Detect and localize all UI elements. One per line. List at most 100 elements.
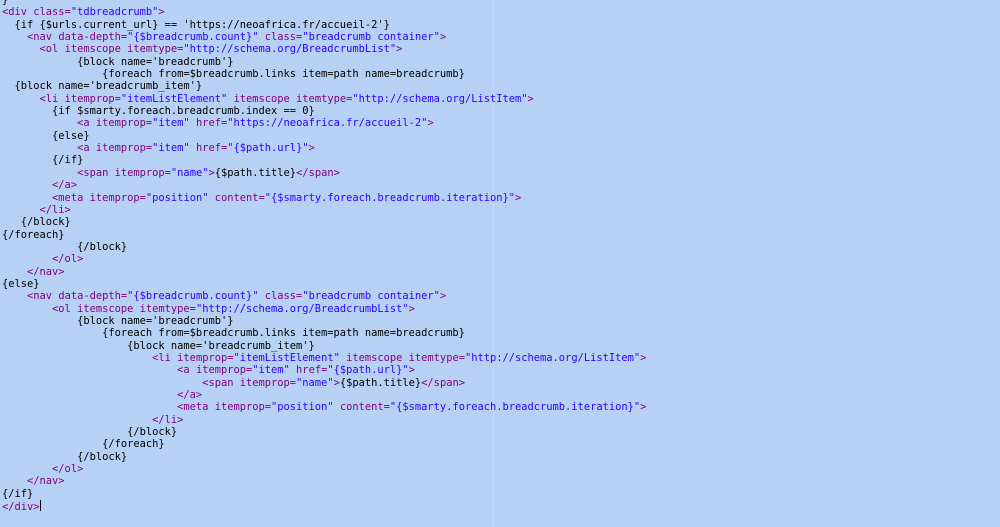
code-token: </a>: [2, 389, 203, 401]
code-editor[interactable]: } <div class="tdbreadcrumb"> {if {$urls.c…: [0, 0, 1000, 527]
code-token: itemprop=: [95, 142, 153, 155]
code-token: </ol>: [2, 253, 84, 266]
code-token: itemprop=: [214, 401, 272, 414]
code-token: "itemListElement": [120, 92, 228, 105]
code-line: <div class="tdbreadcrumb">: [2, 6, 646, 18]
code-token: itemscope itemtype=: [77, 302, 196, 315]
code-token: >: [408, 302, 415, 315]
code-token: </span>: [421, 376, 465, 389]
code-token: href=: [189, 142, 228, 155]
code-token: {/block}: [2, 426, 178, 439]
code-token: >: [640, 351, 647, 364]
code-line: </ol>: [2, 253, 646, 265]
code-area[interactable]: } <div class="tdbreadcrumb"> {if {$urls.c…: [2, 0, 647, 514]
code-line: <nav data-depth="{$breadcrumb.count}" cl…: [2, 31, 646, 43]
code-token: {/block}: [2, 450, 128, 463]
code-line: {/foreach}: [2, 438, 646, 450]
code-token: {block name='breadcrumb'}: [2, 314, 234, 327]
code-token: "{$smarty.foreach.breadcrumb.iteration}": [264, 191, 516, 204]
code-line: <ol itemscope itemtype="http://schema.or…: [2, 43, 646, 55]
code-token: "tdbreadcrumb": [70, 6, 159, 19]
code-token: </ol>: [2, 463, 84, 476]
code-line: {/foreach}: [2, 229, 646, 241]
code-token: {$path.title}: [339, 376, 422, 389]
code-line: <ol itemscope itemtype="http://schema.or…: [2, 303, 646, 315]
code-token: {block name='breadcrumb'}: [2, 55, 234, 68]
code-token: class=: [258, 31, 303, 44]
code-line: {/block}: [2, 216, 646, 228]
code-line: {/if}: [2, 154, 646, 166]
code-token: <nav: [2, 31, 59, 44]
code-token: >: [308, 142, 315, 155]
code-token: }: [2, 0, 9, 6]
code-line: </li>: [2, 204, 646, 216]
code-token: </div>: [2, 501, 40, 514]
code-token: data-depth=: [58, 290, 128, 303]
code-line: {block name='breadcrumb_item'}: [2, 80, 646, 92]
code-token: </nav>: [2, 475, 65, 488]
code-token: "breadcrumb container": [302, 31, 440, 44]
code-token: >: [427, 117, 434, 130]
code-token: {foreach from=$breadcrumb.links item=pat…: [2, 68, 465, 81]
code-token: itemscope itemtype=: [64, 43, 184, 56]
code-line: <meta itemprop="position" content="{$sma…: [2, 401, 646, 413]
code-token: data-depth=: [58, 31, 128, 44]
code-line: <span itemprop="name">{$path.title}</spa…: [2, 377, 646, 389]
code-line: <span itemprop="name">{$path.title}</spa…: [2, 167, 646, 179]
code-token: <meta: [2, 401, 215, 414]
code-token: >: [158, 6, 165, 19]
code-token: >: [439, 290, 447, 303]
code-token: itemscope itemtype=: [227, 92, 353, 105]
code-token: >: [408, 364, 415, 377]
code-token: itemprop=: [177, 351, 234, 364]
code-token: itemprop=: [95, 117, 153, 130]
code-token: <a: [2, 117, 96, 130]
code-token: <span: [2, 376, 240, 389]
code-token: >: [396, 43, 403, 56]
code-token: "http://schema.org/ListItem": [352, 92, 528, 105]
code-token: href=: [289, 364, 328, 377]
code-token: {else}: [2, 129, 90, 142]
code-token: "name": [170, 166, 209, 179]
code-token: "{$path.url}": [327, 364, 409, 377]
code-token: itemprop=: [239, 376, 297, 389]
code-token: {block name='breadcrumb_item'}: [2, 80, 203, 93]
code-token: itemprop=: [195, 364, 253, 377]
code-token: "position": [271, 401, 334, 414]
code-token: itemscope itemtype=: [339, 351, 465, 364]
code-token: <a: [2, 142, 96, 155]
code-line: {block name='breadcrumb_item'}: [2, 340, 646, 352]
code-line: {block name='breadcrumb'}: [2, 56, 646, 68]
code-token: {/if}: [2, 154, 84, 167]
code-line: {foreach from=$breadcrumb.links item=pat…: [2, 68, 646, 80]
code-token: {if {$urls.current_url} == 'https://neoa…: [2, 18, 390, 31]
code-token: <nav: [2, 290, 59, 303]
code-line: {foreach from=$breadcrumb.links item=pat…: [2, 327, 646, 339]
code-line: </ol>: [2, 463, 646, 475]
code-line: {/block}: [2, 241, 646, 253]
code-token: "http://schema.org/ListItem": [464, 351, 641, 364]
code-token: "http://schema.org/BreadcrumbList": [183, 43, 397, 56]
code-token: "item": [152, 142, 190, 155]
code-token: "item": [252, 364, 290, 377]
code-token: "name": [296, 376, 334, 389]
code-line: <a itemprop="item" href="{$path.url}">: [2, 142, 646, 154]
code-token: </span>: [296, 166, 340, 179]
code-token: </li>: [2, 203, 71, 216]
code-token: href=: [189, 117, 228, 130]
code-token: "https://neoafrica.fr/accueil-2": [227, 117, 428, 130]
code-token: itemprop=: [114, 166, 171, 179]
code-line: </nav>: [2, 266, 646, 278]
code-token: content=: [333, 401, 390, 414]
code-line: </li>: [2, 414, 646, 426]
code-token: class=: [258, 290, 303, 303]
code-token: {foreach from=$breadcrumb.links item=pat…: [2, 327, 465, 340]
code-token: </a>: [2, 179, 78, 192]
code-token: itemprop=: [64, 92, 121, 105]
code-token: {$path.title}: [214, 166, 297, 179]
text-cursor: [39, 500, 41, 512]
code-token: "{$breadcrumb.count}": [127, 31, 259, 44]
code-line: <a itemprop="item" href="{$path.url}">: [2, 364, 646, 376]
code-token: "itemListElement": [233, 351, 340, 364]
code-token: "item": [152, 117, 190, 130]
